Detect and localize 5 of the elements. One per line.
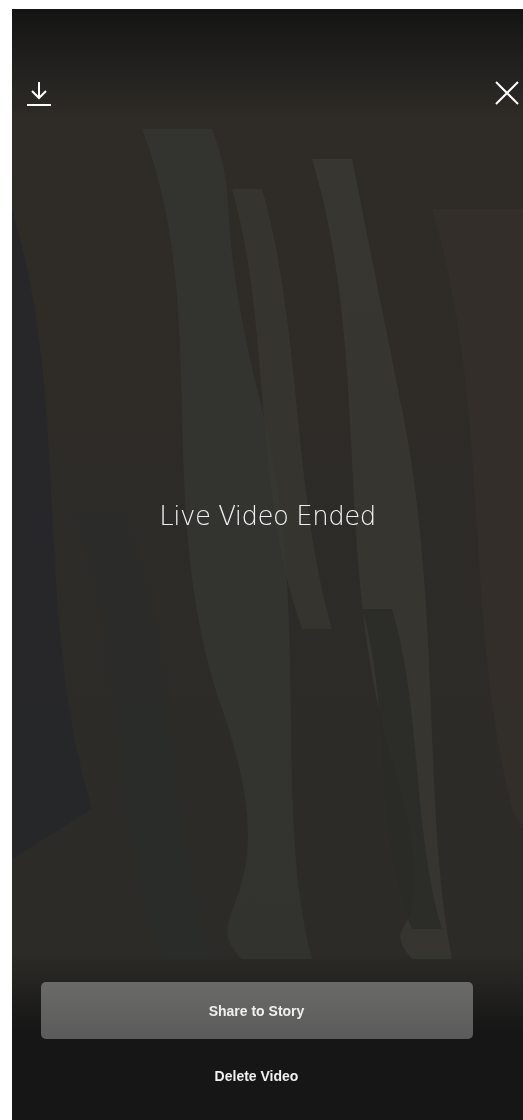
status-title: Live Video Ended bbox=[159, 500, 376, 531]
share-button[interactable]: Share to Story bbox=[40, 982, 473, 1039]
delete-link[interactable]: Delete Video bbox=[206, 1064, 307, 1088]
download-icon[interactable] bbox=[26, 80, 52, 106]
close-icon[interactable] bbox=[495, 81, 519, 105]
